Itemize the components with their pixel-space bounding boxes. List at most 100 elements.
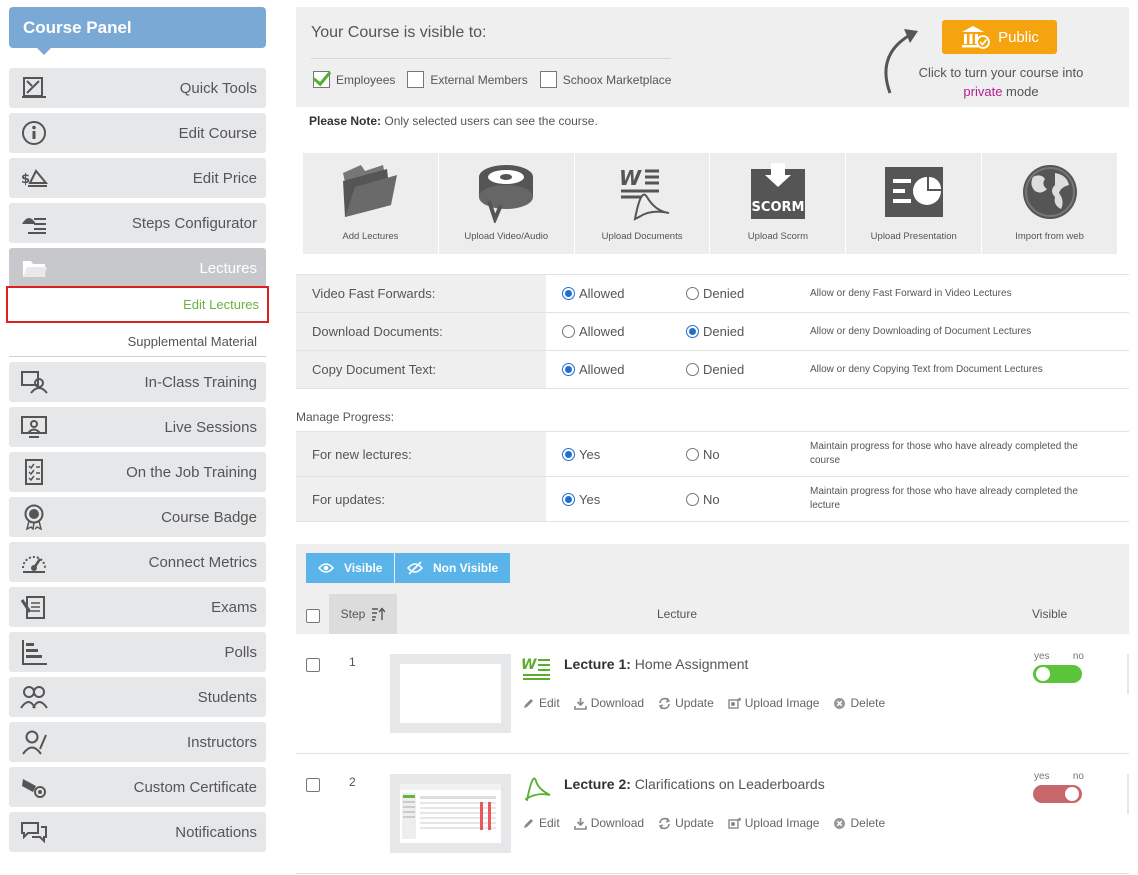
radio-dot[interactable] (562, 363, 575, 376)
download-action[interactable]: Download (573, 816, 645, 830)
row-checkbox[interactable] (306, 658, 320, 672)
radio-dot[interactable] (562, 287, 575, 300)
radio-label: Allowed (579, 324, 625, 339)
lecture-title[interactable]: Lecture 2: Clarifications on Leaderboard… (564, 776, 825, 792)
sidebar-item-notifications[interactable]: Notifications (9, 812, 266, 852)
visibility-toggle[interactable] (1033, 665, 1082, 683)
sidebar-item-on-the-job-training[interactable]: On the Job Training (9, 452, 266, 492)
sub-item-edit-lectures[interactable]: Edit Lectures (6, 286, 269, 323)
row-checkbox[interactable] (306, 778, 320, 792)
visibility-option-schoox-marketplace[interactable]: Schoox Marketplace (539, 71, 671, 88)
sidebar-item-instructors[interactable]: Instructors (9, 722, 266, 762)
visibility-toggle[interactable] (1033, 785, 1082, 803)
sidebar-item-steps-configurator[interactable]: Steps Configurator (9, 203, 266, 243)
sort-icon (372, 607, 386, 621)
visibility-option-employees[interactable]: Employees (313, 71, 395, 88)
hint-text: Click to turn your course into (918, 65, 1084, 80)
sidebar-item-students[interactable]: Students (9, 677, 266, 717)
column-lecture: Lecture (657, 607, 698, 621)
update-action[interactable]: Update (658, 696, 714, 710)
radio-allowed[interactable]: Allowed (562, 324, 625, 339)
film-reel-icon (479, 165, 534, 223)
radio-dot[interactable] (686, 363, 699, 376)
tile-upload-video-audio[interactable]: Upload Video/Audio (439, 153, 575, 254)
sidebar-item-polls[interactable]: Polls (9, 632, 266, 672)
tile-import-from-web[interactable]: Import from web (982, 153, 1117, 254)
presentation-icon (884, 167, 943, 217)
column-step[interactable]: Step (329, 594, 397, 634)
checkbox-external-members[interactable] (407, 71, 425, 88)
radio-dot[interactable] (562, 492, 575, 506)
badge-icon (19, 503, 49, 531)
note-text: Only selected users can see the course. (381, 114, 598, 128)
sidebar-item-edit-course[interactable]: Edit Course (9, 113, 266, 153)
radio-dot[interactable] (562, 325, 575, 338)
sidebar-item-label: Exams (211, 598, 257, 616)
setting-row-download-documents: Download Documents: Allowed Denied Allow… (296, 313, 1129, 351)
lecture-thumbnail[interactable] (390, 774, 511, 853)
setting-label: For updates: (296, 477, 546, 521)
sidebar-item-course-badge[interactable]: Course Badge (9, 497, 266, 537)
update-action[interactable]: Update (658, 816, 714, 830)
tile-add-lectures[interactable]: Add Lectures (303, 153, 439, 254)
delete-action[interactable]: Delete (833, 816, 885, 830)
lecture-thumbnail[interactable] (390, 654, 511, 733)
sidebar-item-connect-metrics[interactable]: Connect Metrics (9, 542, 266, 582)
edit-action[interactable]: Edit (522, 696, 560, 710)
certificate-icon (19, 773, 49, 801)
visible-button[interactable]: Visible (306, 553, 395, 583)
upload-image-label: Upload Image (744, 696, 820, 710)
private-mode-link[interactable]: private (963, 84, 1002, 99)
upload-image-action[interactable]: Upload Image (728, 696, 820, 710)
radio-dot[interactable] (686, 492, 699, 506)
non-visible-button[interactable]: Non Visible (395, 553, 511, 583)
course-panel-sidebar: Course Panel Quick Tools Edit Course $ E… (6, 7, 269, 852)
edit-action[interactable]: Edit (522, 816, 560, 830)
sidebar-item-lectures[interactable]: Lectures (9, 248, 266, 288)
radio-denied[interactable]: Denied (686, 324, 744, 339)
radio-allowed[interactable]: Allowed (562, 286, 625, 301)
radio-no[interactable]: No (686, 447, 720, 462)
radio-dot[interactable] (562, 447, 575, 461)
radio-yes[interactable]: Yes (562, 492, 600, 507)
radio-allowed[interactable]: Allowed (562, 362, 625, 377)
download-action[interactable]: Download (573, 696, 644, 710)
radio-dot[interactable] (686, 325, 699, 338)
setting-description: Allow or deny Copying Text from Document… (810, 363, 1043, 375)
select-all-checkbox[interactable] (306, 609, 320, 623)
radio-no[interactable]: No (686, 492, 720, 507)
download-label: Download (590, 816, 645, 830)
visibility-hint: Click to turn your course into private m… (916, 63, 1086, 101)
sidebar-item-custom-certificate[interactable]: Custom Certificate (9, 767, 266, 807)
checkbox-employees[interactable] (313, 71, 330, 88)
lecture-actions: Edit Download Update Upload Image Delete (522, 816, 885, 830)
upload-image-action[interactable]: Upload Image (728, 816, 819, 830)
radio-denied[interactable]: Denied (686, 286, 744, 301)
tile-upload-presentation[interactable]: Upload Presentation (846, 153, 983, 254)
sidebar-item-edit-price[interactable]: $ Edit Price (9, 158, 266, 198)
public-button[interactable]: Public (942, 20, 1057, 54)
checkbox-schoox-marketplace[interactable] (539, 71, 557, 88)
lecture-title[interactable]: Lecture 1: Home Assignment (564, 656, 748, 672)
quick-tools-icon (19, 74, 49, 102)
radio-dot[interactable] (686, 287, 699, 300)
checklist-icon (19, 458, 49, 486)
sidebar-item-label: Polls (224, 643, 257, 661)
sidebar-item-label: Steps Configurator (131, 214, 257, 232)
edit-label: Edit (539, 816, 560, 830)
sidebar-item-label: Edit Course (178, 124, 257, 142)
radio-dot[interactable] (686, 447, 699, 461)
sidebar-item-in-class-training[interactable]: In-Class Training (9, 362, 266, 402)
radio-denied[interactable]: Denied (686, 362, 744, 377)
tile-upload-documents[interactable]: W Upload Documents (575, 153, 711, 254)
visibility-option-external-members[interactable]: External Members (407, 71, 528, 88)
tile-upload-scorm[interactable]: SCORM Upload Scorm (710, 153, 847, 254)
sub-item-supplemental-material[interactable]: Supplemental Material (9, 331, 266, 357)
classroom-icon (19, 368, 49, 396)
gauge-icon (19, 548, 49, 576)
delete-action[interactable]: Delete (833, 696, 885, 710)
radio-yes[interactable]: Yes (562, 447, 600, 462)
sidebar-item-exams[interactable]: Exams (9, 587, 266, 627)
sidebar-item-live-sessions[interactable]: Live Sessions (9, 407, 266, 447)
sidebar-item-quick-tools[interactable]: Quick Tools (9, 68, 266, 108)
